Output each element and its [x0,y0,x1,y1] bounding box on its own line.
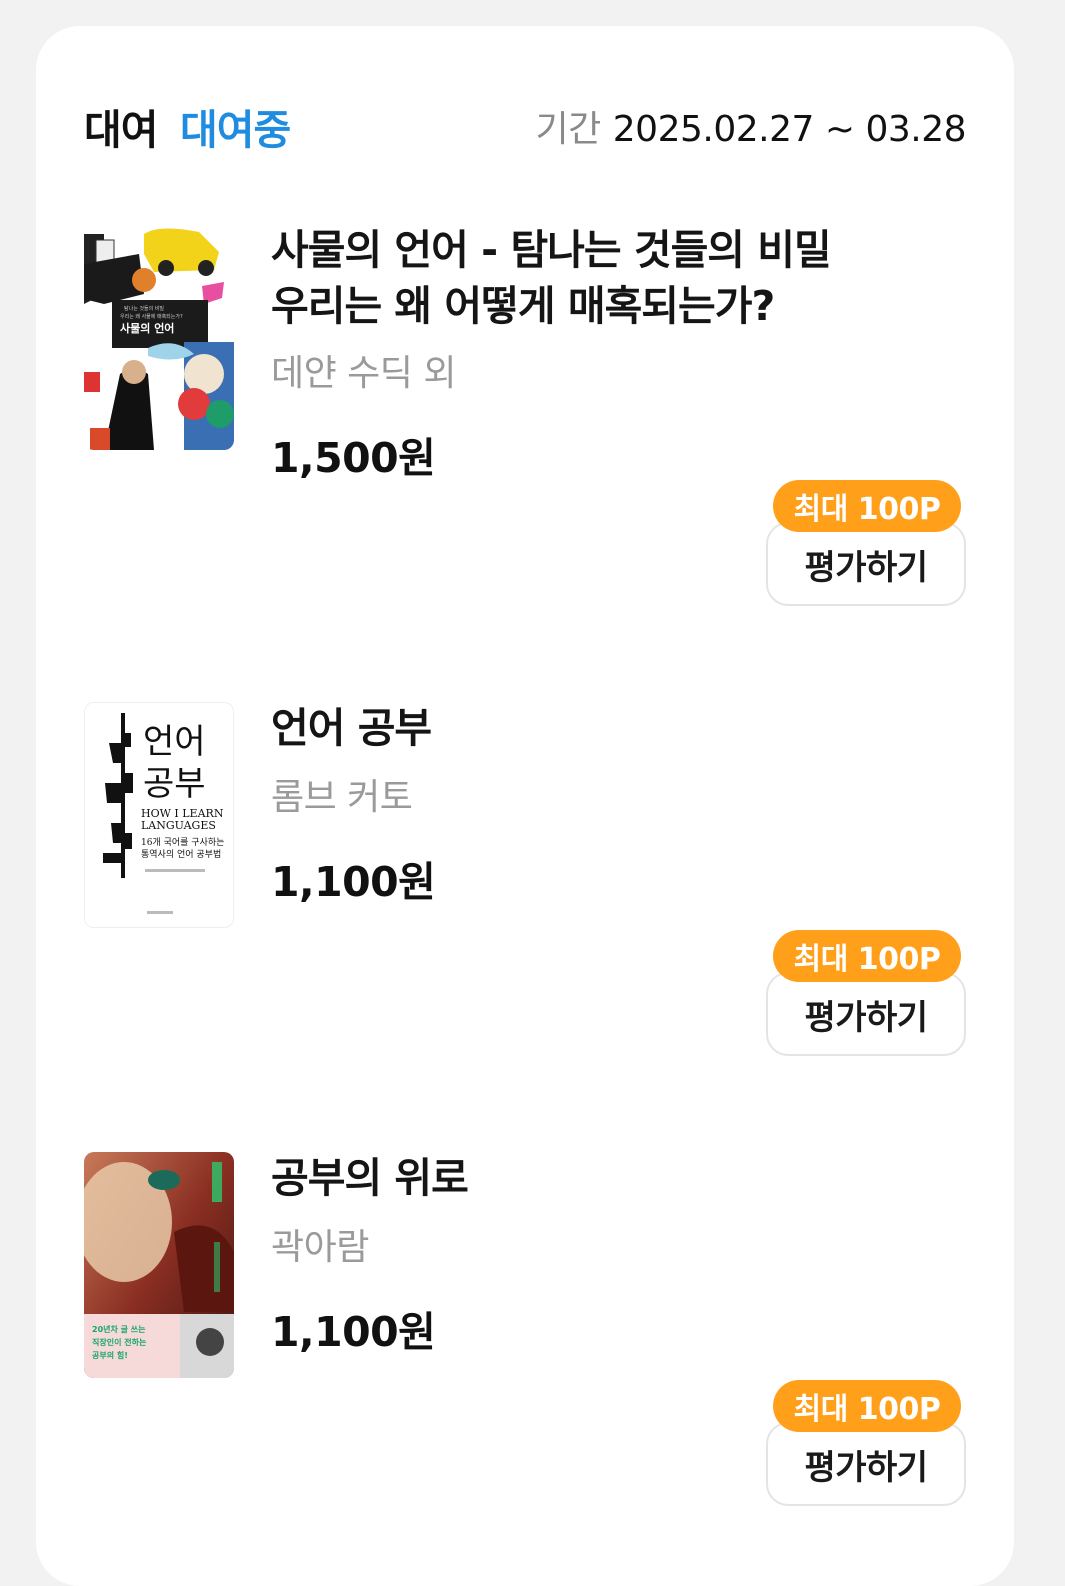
book-author: 곽아람 [271,1227,369,1268]
rate-button[interactable]: 평가하기 [766,972,966,1056]
book-title-line: 사물의 언어 - 탐나는 것들의 비밀 [271,226,832,274]
rate-area: 최대 100P 평가하기 [766,480,966,610]
book-cover[interactable]: 20년차 글 쓰는 직장인이 전하는 공부의 힘! [84,1152,234,1378]
cover-title-text: 사물의 언어 [120,321,174,335]
book-title[interactable]: 공부의 위로 [271,1150,971,1206]
rental-period: 기간 2025.02.27 ~ 03.28 [535,100,967,152]
cover-desc-text: 통역사의 언어 공부법 [141,848,221,860]
rate-button[interactable]: 평가하기 [766,522,966,606]
book-price: 1,100원 [271,858,436,906]
book-title-line: 언어 공부 [271,704,432,752]
period-label: 기간 [535,109,602,150]
points-badge: 최대 100P [773,480,961,532]
book-title[interactable]: 사물의 언어 - 탐나는 것들의 비밀 우리는 왜 어떻게 매혹되는가? [271,222,971,334]
rental-status: 대여중 [180,106,291,154]
cover-tag-text: 20년차 글 쓰는 [92,1324,146,1334]
cover-tag-text: 직장인이 전하는 [92,1337,147,1347]
cover-subtitle-text: LANGUAGES [141,819,216,832]
book-author: 데얀 수딕 외 [271,353,457,394]
cover-desc-text: 16개 국어를 구사하는 [141,837,224,848]
points-badge: 최대 100P [773,1380,961,1432]
book-author: 롬브 커토 [271,777,413,818]
book-item[interactable]: 20년차 글 쓰는 직장인이 전하는 공부의 힘! 공부의 위로 곽아람 1,1… [84,1152,966,1552]
book-item[interactable]: 탐나는 것들의 비밀 우리는 왜 사물에 매혹되는가? 사물의 언어 사물의 언… [84,224,966,624]
svg-text:우리는 왜 사물에 매혹되는가?: 우리는 왜 사물에 매혹되는가? [120,313,183,320]
book-price: 1,500원 [271,434,436,482]
period-value: 2025.02.27 ~ 03.28 [612,109,967,150]
book-title-line: 우리는 왜 어떻게 매혹되는가? [271,282,775,330]
rental-label: 대여 [84,106,158,154]
cover-tag-text: 공부의 힘! [92,1350,128,1360]
rental-header: 대여 대여중 기간 2025.02.27 ~ 03.28 [84,96,967,156]
rate-area: 최대 100P 평가하기 [766,930,966,1060]
book-title[interactable]: 언어 공부 [271,700,971,756]
cover-title-text: 언어 [143,722,206,762]
book-cover[interactable]: 언어 공부 HOW I LEARN LANGUAGES 16개 국어를 구사하는… [84,702,234,928]
book-price: 1,100원 [271,1308,436,1356]
rate-button[interactable]: 평가하기 [766,1422,966,1506]
cover-title-text: 공부 [143,764,206,804]
rental-card: 대여 대여중 기간 2025.02.27 ~ 03.28 탐나는 것들의 비밀 우… [36,26,1014,1586]
book-cover[interactable]: 탐나는 것들의 비밀 우리는 왜 사물에 매혹되는가? 사물의 언어 [84,224,234,450]
rate-area: 최대 100P 평가하기 [766,1380,966,1510]
points-badge: 최대 100P [773,930,961,982]
book-title-line: 공부의 위로 [271,1154,469,1202]
book-item[interactable]: 언어 공부 HOW I LEARN LANGUAGES 16개 국어를 구사하는… [84,702,966,1102]
svg-text:탐나는 것들의 비밀: 탐나는 것들의 비밀 [124,305,164,312]
